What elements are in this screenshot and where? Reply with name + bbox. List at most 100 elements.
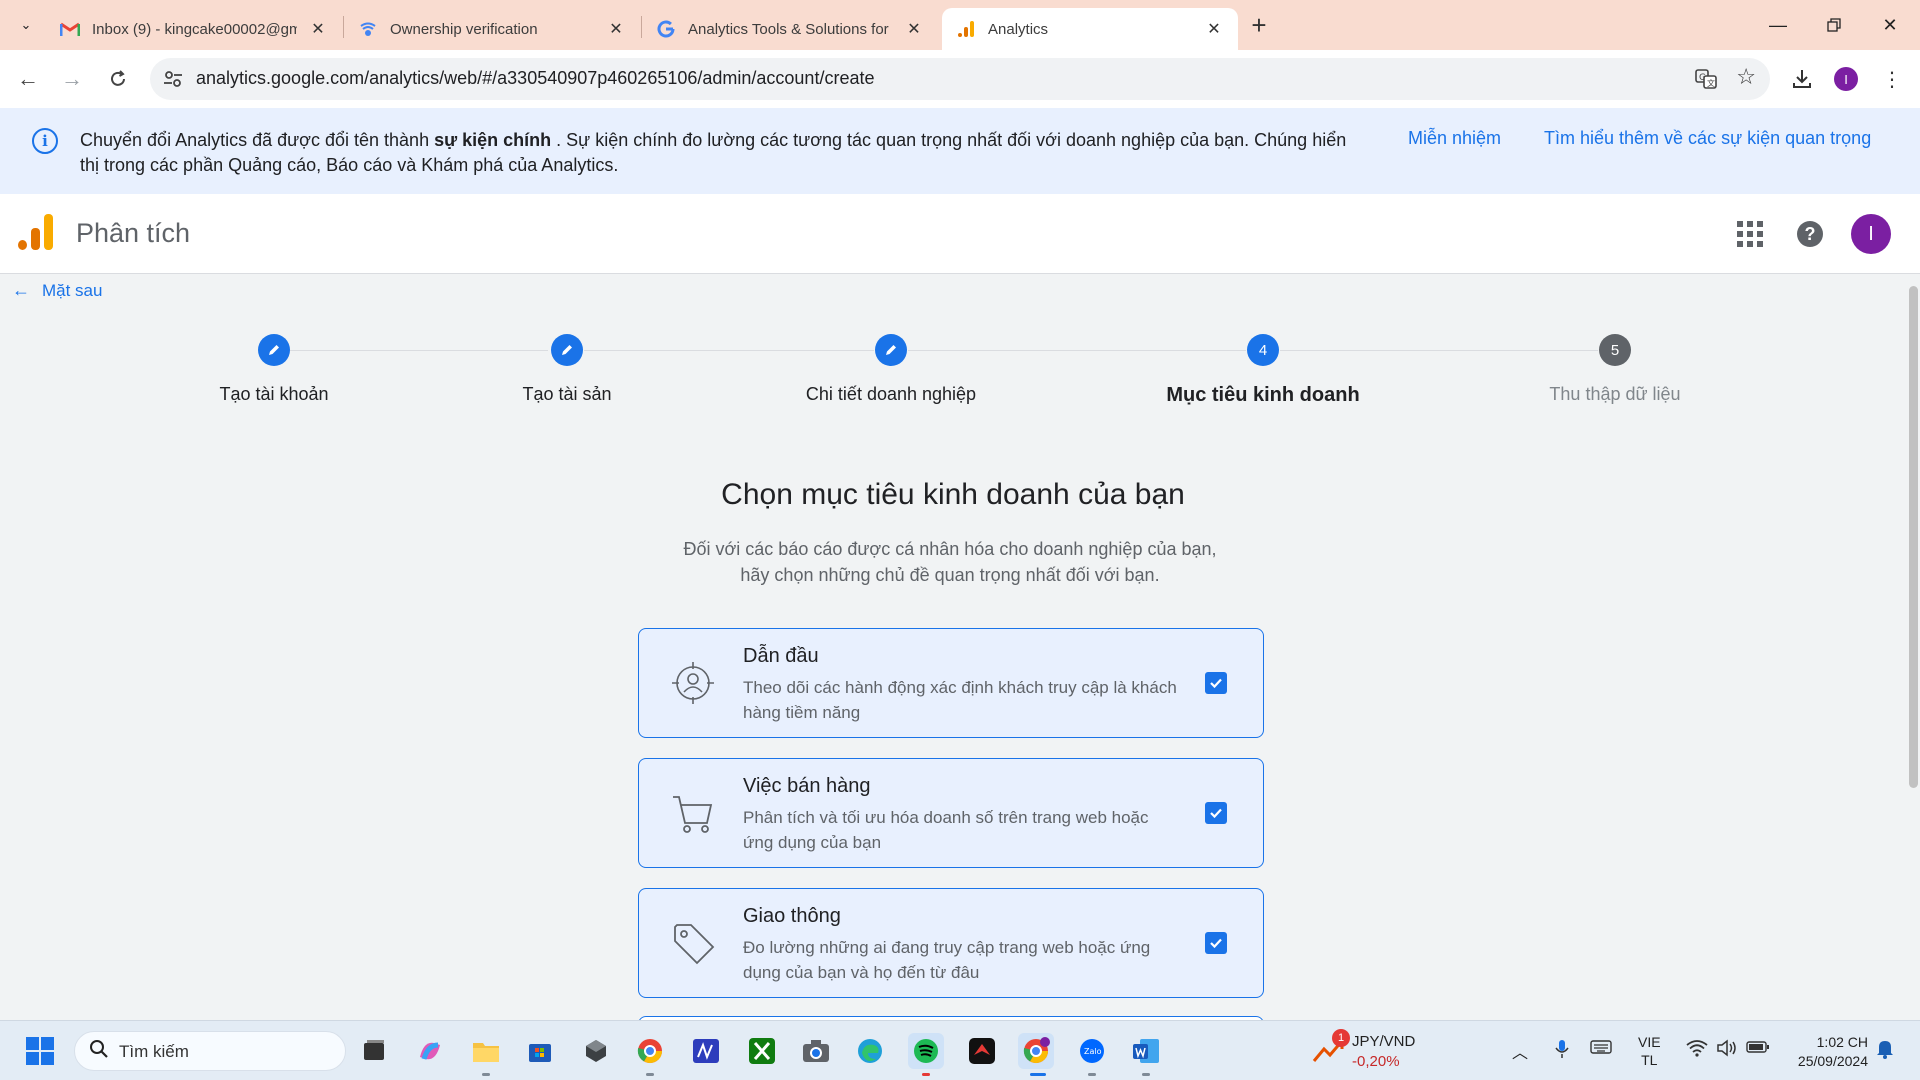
page-heading: Chọn mục tiêu kinh doanh của bạn [721,478,1185,511]
language-indicator[interactable]: VIE TL [1638,1033,1661,1069]
close-tab-icon[interactable]: ✕ [1204,19,1224,39]
tab-ownership-verification[interactable]: Ownership verification ✕ [344,8,640,50]
keyboard-icon[interactable] [1590,1039,1612,1060]
page-scrollbar[interactable] [1906,274,1920,1020]
key-events-banner: i Chuyển đổi Analytics đã được đổi tên t… [0,108,1920,194]
close-tab-icon[interactable]: ✕ [606,19,626,39]
url-text[interactable]: analytics.google.com/analytics/web/#/a33… [196,68,874,89]
step-label: Thu thập dữ liệu [1549,384,1681,404]
lead-target-icon [669,659,717,707]
address-bar[interactable]: analytics.google.com/analytics/web/#/a33… [150,58,1770,100]
restore-icon[interactable] [1806,8,1862,42]
analytics-logo[interactable] [18,214,54,250]
help-icon[interactable]: ? [1792,216,1828,252]
app-header: Phân tích ? I [0,194,1920,274]
account-avatar[interactable]: I [1850,213,1892,255]
objective-checkbox[interactable] [1205,672,1227,694]
back-arrow-icon[interactable]: ← [12,63,44,95]
microphone-icon[interactable] [1554,1039,1570,1064]
tab-title: Inbox (9) - kingcake00002@gm [92,20,297,38]
browser-tab-strip: ⌄ Inbox (9) - kingcake00002@gm ✕ Ownersh… [0,0,1920,50]
edit-app-icon[interactable] [688,1033,724,1069]
page-subtitle: Đối với các báo cáo được cá nhân hóa cho… [683,539,1217,585]
system-clock[interactable]: 1:02 CH 25/09/2024 [1784,1033,1868,1071]
notification-bell-icon[interactable] [1876,1039,1894,1064]
account-create-wizard: ← Mặt sau Tạo tài khoản Tạo tài sản Chi … [0,274,1906,1036]
bookmark-star-icon[interactable]: ☆ [1736,64,1756,90]
objective-card-sales[interactable]: Việc bán hàng Phân tích và tối ưu hóa do… [638,758,1264,868]
apps-grid-icon[interactable] [1732,216,1768,252]
info-icon: i [32,128,58,154]
step-data-collection[interactable]: 5 Thu thập dữ liệu [1465,334,1765,405]
volume-icon[interactable] [1716,1039,1738,1062]
windows-start-icon[interactable] [22,1033,58,1069]
garena-icon[interactable] [964,1033,1000,1069]
cube-app-icon[interactable] [578,1033,614,1069]
objective-description: Phân tích và tối ưu hóa doanh số trên tr… [743,808,1149,852]
edge-icon[interactable] [852,1033,888,1069]
chevron-up-icon[interactable]: ︿ [1512,1039,1528,1063]
objective-card-traffic[interactable]: Giao thông Đo lường những ai đang truy c… [638,888,1264,998]
learn-more-key-events-link[interactable]: Tìm hiểu thêm về các sự kiện quan trọng [1544,128,1871,149]
gmail-icon [60,19,80,39]
translate-icon[interactable]: G文 [1694,67,1718,91]
currency-widget-icon[interactable]: 1 [1310,1029,1350,1069]
tab-search-dropdown-icon[interactable]: ⌄ [12,11,40,39]
close-window-icon[interactable]: ✕ [1862,8,1918,42]
site-settings-icon[interactable] [162,68,184,90]
analytics-icon [956,19,976,39]
xbox-icon[interactable] [744,1033,780,1069]
camera-icon[interactable] [798,1033,834,1069]
tab-title: Analytics Tools & Solutions for [688,20,889,38]
search-placeholder: Tìm kiếm [119,1042,189,1061]
scrollbar-thumb[interactable] [1909,286,1918,788]
search-icon [89,1039,109,1059]
file-explorer-icon[interactable] [468,1033,504,1069]
download-icon[interactable] [1786,63,1818,95]
copilot-icon[interactable] [412,1033,448,1069]
forward-arrow-icon[interactable]: → [56,63,88,95]
step-create-property[interactable]: Tạo tài sản [417,334,717,405]
wifi-icon[interactable] [1686,1039,1708,1062]
arrow-left-icon: ← [12,280,30,300]
tag-icon [669,919,717,967]
word-icon[interactable] [1128,1033,1164,1069]
zalo-icon[interactable]: Zalo [1074,1033,1110,1069]
step-create-account[interactable]: Tạo tài khoản [124,334,424,405]
spotify-icon[interactable] [908,1033,944,1069]
objective-description: Đo lường những ai đang truy cập trang we… [743,938,1151,982]
microsoft-store-icon[interactable] [522,1033,558,1069]
close-tab-icon[interactable]: ✕ [904,19,924,39]
objective-title: Việc bán hàng [743,775,871,797]
battery-icon[interactable] [1746,1039,1770,1060]
objective-title: Dẫn đầu [743,645,819,667]
objective-title: Giao thông [743,905,841,927]
new-tab-button[interactable]: + [1244,10,1274,40]
objective-checkbox[interactable] [1205,802,1227,824]
tab-analytics-tools[interactable]: Analytics Tools & Solutions for ✕ [642,8,938,50]
browser-menu-icon[interactable]: ⋮ [1876,63,1908,95]
close-tab-icon[interactable]: ✕ [308,19,328,39]
windows-taskbar: Tìm kiếm Zalo 1 JPY/VND -0,20% ︿ VIE TL [0,1020,1920,1080]
step-business-details[interactable]: Chi tiết doanh nghiệp [741,334,1041,405]
step-label: Tạo tài sản [522,384,612,404]
objective-checkbox[interactable] [1205,932,1227,954]
minimize-icon[interactable]: — [1750,8,1806,42]
chrome-icon[interactable] [1018,1033,1054,1069]
objective-card-leads[interactable]: Dẫn đầu Theo dõi các hành động xác định … [638,628,1264,738]
taskbar-search[interactable]: Tìm kiếm [74,1031,346,1071]
app-title: Phân tích [76,218,191,248]
back-link[interactable]: ← Mặt sau [12,280,102,301]
tab-title: Ownership verification [390,20,538,38]
edit-pencil-icon [875,334,907,366]
edit-pencil-icon [258,334,290,366]
dismiss-banner-link[interactable]: Miễn nhiệm [1408,128,1501,149]
task-view-icon[interactable] [356,1033,392,1069]
reload-icon[interactable] [102,63,134,95]
step-business-objectives[interactable]: 4 Mục tiêu kinh doanh [1113,334,1413,407]
profile-avatar[interactable]: I [1830,63,1862,95]
chrome-profile-icon[interactable] [632,1033,668,1069]
currency-pair[interactable]: JPY/VND [1352,1033,1415,1050]
tab-analytics[interactable]: Analytics ✕ [942,8,1238,50]
tab-gmail[interactable]: Inbox (9) - kingcake00002@gm ✕ [46,8,342,50]
